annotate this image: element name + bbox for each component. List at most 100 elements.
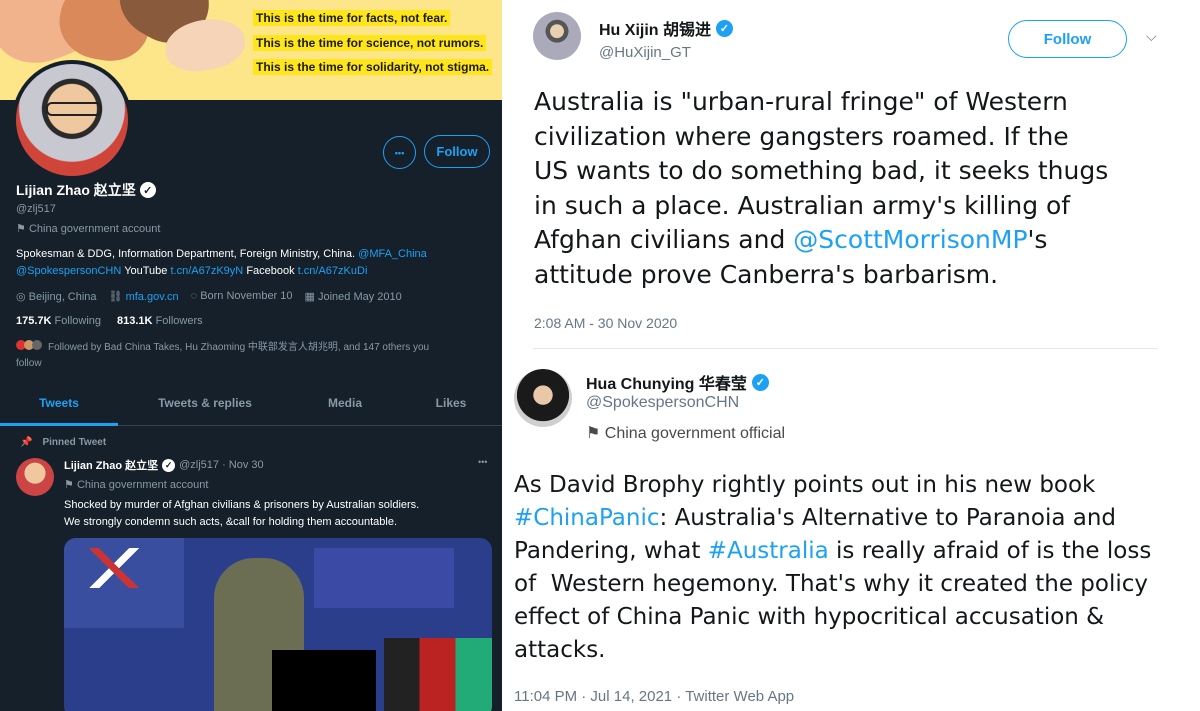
account-label: ⚑ China government account — [16, 222, 160, 235]
followers-stat[interactable]: 813.1K Followers — [117, 315, 203, 327]
profile-name: Lijian Zhao 赵立坚 ✓ — [16, 180, 156, 200]
hua-tweet-line: attacks. — [514, 637, 606, 663]
pinned-text: Pinned Tweet — [42, 437, 107, 448]
tab-tweets[interactable]: Tweets — [0, 396, 118, 410]
followed-by-text-2: follow — [16, 358, 42, 369]
hu-name: Hu Xijin 胡锡进 ✓ — [599, 16, 734, 40]
tweet-avatar[interactable] — [16, 458, 54, 496]
banner-text-3: This is the time for solidarity, not sti… — [253, 59, 493, 75]
youtube-label: YouTube — [124, 265, 168, 277]
following-label: Following — [54, 315, 102, 327]
hua-name: Hua Chunying 华春莹 ✓ — [586, 370, 769, 394]
location-text: Beijing, China — [28, 291, 97, 303]
hu-tweet-fragment: 's — [1027, 225, 1048, 254]
hu-tweet-line: Afghan civilians and @ScottMorrisonMP's — [534, 223, 1174, 258]
hu-tweet-line: in such a place. Australian army's killi… — [534, 190, 1071, 220]
censor-block — [272, 650, 376, 711]
born-item: ◌ Born November 10 — [191, 290, 293, 303]
website-item: ⛓ mfa.gov.cn — [109, 290, 179, 303]
tweet-text: Shocked by murder of Afghan civilians & … — [64, 497, 419, 531]
hua-name-text[interactable]: Hua Chunying 华春莹 — [586, 370, 747, 394]
hua-tweet-line: #ChinaPanic: Australia's Alternative to … — [514, 502, 1200, 535]
hua-tweet-fragment: : Australia's Alternative to Paranoia an… — [659, 505, 1117, 531]
profile-panel: This is the time for facts, not fear. Th… — [0, 0, 502, 711]
hu-handle[interactable]: @HuXijin_GT — [599, 44, 691, 61]
tweet-header: Lijian Zhao 赵立坚 ✓ @zlj517 · Nov 30 — [64, 457, 264, 473]
banner-text-2: This is the time for science, not rumors… — [253, 35, 487, 51]
pin-icon: 📌 — [20, 437, 33, 448]
hu-tweet-line: attitude prove Canberra's barbarism. — [534, 259, 999, 289]
hua-avatar[interactable] — [514, 369, 572, 427]
following-stat[interactable]: 175.7K Following — [16, 315, 101, 327]
balloon-icon: ◌ — [190, 290, 198, 302]
hu-avatar[interactable] — [533, 12, 581, 60]
hashtag-link[interactable]: #Australia — [708, 538, 829, 564]
more-options-button[interactable]: ••• — [383, 136, 416, 169]
mention-link[interactable]: @ScottMorrisonMP — [793, 225, 1027, 254]
tweet-more-icon[interactable]: ••• — [478, 457, 487, 467]
tweet-text-line: We strongly condemn such acts, &call for… — [64, 516, 398, 528]
hu-timestamp[interactable]: 2:08 AM - 30 Nov 2020 — [534, 315, 677, 331]
tab-tweets-replies[interactable]: Tweets & replies — [130, 396, 280, 410]
flag-icon: ⚑ — [586, 425, 601, 442]
screenshot-collage: This is the time for facts, not fear. Th… — [0, 0, 1200, 711]
tweet-text-line: Shocked by murder of Afghan civilians & … — [64, 499, 420, 511]
website-link[interactable]: mfa.gov.cn — [126, 291, 179, 303]
chevron-down-icon[interactable]: ⌵ — [1146, 28, 1157, 45]
hu-tweet-line: US wants to do something bad, it seeks t… — [534, 156, 1109, 185]
bio-line-2: @SpokespersonCHN YouTube t.cn/A67zK9yN F… — [16, 265, 367, 277]
hu-tweet-line: Australia is "urban-rural fringe" of Wes… — [534, 87, 1068, 116]
follow-button[interactable]: Follow — [424, 135, 490, 168]
hua-tweet-line: effect of China Panic with hypocritical … — [514, 604, 1105, 630]
hu-tweet-line: civilization where gangsters roamed. If … — [534, 121, 1069, 151]
pinned-label: 📌 Pinned Tweet — [20, 437, 107, 448]
verified-icon: ✓ — [162, 458, 176, 472]
verified-icon: ✓ — [139, 182, 156, 198]
tweet-image[interactable] — [64, 538, 492, 711]
followers-label: Followers — [155, 315, 203, 327]
hu-tweet-fragment: Afghan civilians and — [534, 225, 794, 254]
mention-link[interactable]: @MFA_China — [358, 248, 427, 260]
hu-follow-button[interactable]: Follow — [1008, 20, 1127, 58]
profile-name-text: Lijian Zhao 赵立坚 — [16, 182, 136, 198]
youtube-link[interactable]: t.cn/A67zK9yN — [170, 265, 243, 277]
calendar-icon: ▦ — [304, 291, 315, 303]
active-tab-indicator — [0, 423, 118, 426]
facebook-label: Facebook — [246, 265, 295, 277]
profile-tabs: Tweets Tweets & replies Media Likes — [0, 386, 502, 426]
verified-icon: ✓ — [716, 19, 734, 37]
mention-link[interactable]: @SpokespersonCHN — [16, 265, 121, 277]
joined-item: ▦ Joined May 2010 — [305, 290, 402, 303]
tweet-handle-date: @zlj517 · Nov 30 — [179, 459, 264, 471]
followed-by[interactable]: Followed by Bad China Takes, Hu Zhaoming… — [16, 340, 496, 372]
facebook-link[interactable]: t.cn/A67zKuDi — [298, 265, 368, 277]
born-text: Born November 10 — [200, 290, 293, 302]
hua-timestamp[interactable]: 11:04 PM · Jul 14, 2021 · Twitter Web Ap… — [514, 688, 794, 705]
location-icon: ◎ — [16, 291, 26, 303]
bio-line-1: Spokesman & DDG, Information Department,… — [16, 248, 427, 260]
account-label-text: China government account — [28, 223, 161, 235]
hashtag-link[interactable]: #ChinaPanic — [514, 505, 660, 531]
hua-handle[interactable]: @SpokespersonCHN — [586, 394, 739, 412]
union-jack-shape — [84, 548, 144, 588]
hua-tweet-line: Pandering, what #Australia is really afr… — [514, 535, 1200, 568]
hu-tweet-text: Australia is "urban-rural fringe" of Wes… — [534, 85, 1174, 292]
flag-icon: ⚑ — [16, 223, 26, 235]
tweet-author-name[interactable]: Lijian Zhao 赵立坚 — [64, 457, 158, 473]
afghan-flag-piece — [384, 638, 492, 711]
glasses-shape — [46, 102, 102, 116]
tab-likes[interactable]: Likes — [410, 396, 492, 410]
profile-handle: @zlj517 — [16, 203, 56, 215]
hua-tweet-text: As David Brophy rightly points out in hi… — [514, 469, 1200, 667]
followed-by-text-1: Followed by Bad China Takes, Hu Zhaoming… — [48, 342, 430, 353]
verified-icon: ✓ — [751, 373, 769, 391]
profile-avatar — [12, 60, 132, 180]
hua-account-label-text: China government official — [604, 425, 786, 442]
flag-icon: ⚑ — [64, 479, 74, 491]
hua-tweet-line: of Western hegemony. That's why it creat… — [514, 571, 1148, 597]
hu-name-text[interactable]: Hu Xijin 胡锡进 — [599, 16, 711, 40]
flag-piece — [314, 548, 454, 608]
hua-tweet-fragment: Pandering, what — [514, 538, 708, 564]
tab-media[interactable]: Media — [300, 396, 390, 410]
bio-text: Spokesman & DDG, Information Department,… — [16, 248, 356, 260]
